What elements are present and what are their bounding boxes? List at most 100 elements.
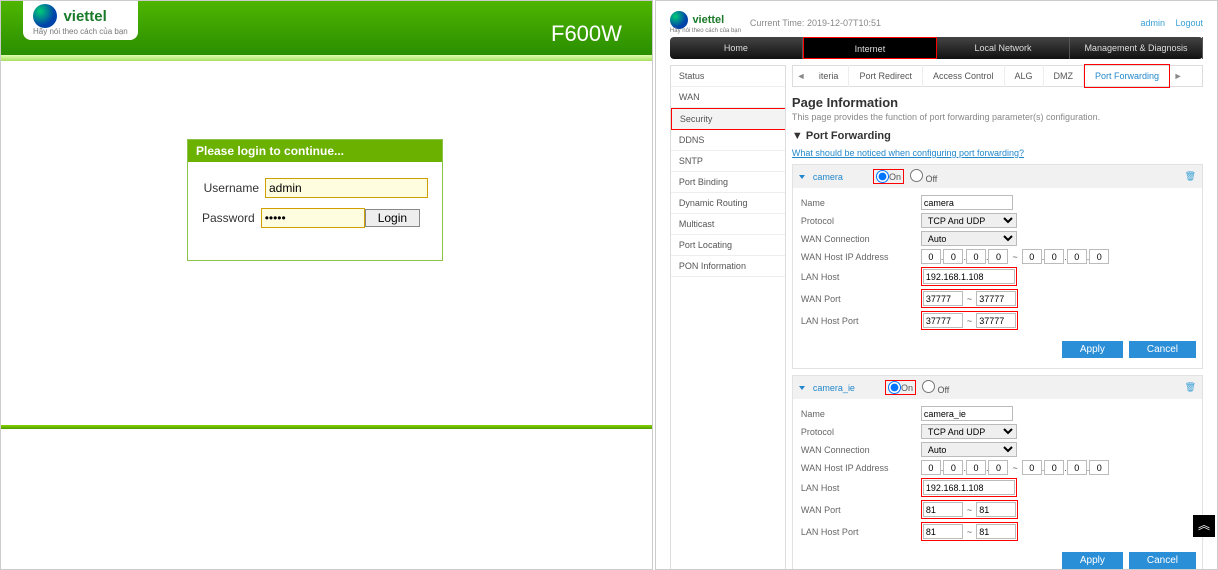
login-title: Please login to continue... — [188, 140, 442, 162]
login-button[interactable]: Login — [365, 209, 420, 227]
protocol-select[interactable]: TCP And UDP — [921, 213, 1017, 228]
password-label: Password — [202, 211, 255, 225]
lan-host-input[interactable] — [923, 480, 1015, 495]
cancel-button[interactable]: Cancel — [1129, 552, 1196, 569]
trash-icon[interactable]: 🗑 — [1185, 382, 1196, 393]
wan-ip-octet[interactable] — [1022, 460, 1042, 475]
wan-ip-octet[interactable] — [921, 249, 941, 264]
nav-management-diagnosis[interactable]: Management & Diagnosis — [1070, 37, 1203, 59]
sidebar-item-port-locating[interactable]: Port Locating — [671, 235, 785, 256]
trash-icon[interactable]: 🗑 — [1185, 171, 1196, 182]
tab-bar: ◄iteriaPort RedirectAccess ControlALGDMZ… — [792, 65, 1203, 87]
cancel-button[interactable]: Cancel — [1129, 341, 1196, 358]
lan-port-to[interactable] — [976, 524, 1016, 539]
password-input[interactable] — [261, 208, 365, 228]
tab-access-control[interactable]: Access Control — [923, 65, 1005, 87]
link-logout[interactable]: Logout — [1175, 18, 1203, 28]
wan-ip-octet[interactable] — [1044, 460, 1064, 475]
admin-screen: viettel Hãy nói theo cách của bạn Curren… — [655, 0, 1218, 570]
brand-logo: viettel Hãy nói theo cách của bạn — [670, 11, 741, 34]
help-link[interactable]: What should be noticed when configuring … — [792, 148, 1203, 158]
lan-host-input[interactable] — [923, 269, 1015, 284]
brand-name: viettel — [692, 14, 724, 26]
rule-name-label: camera — [813, 172, 843, 182]
tab-port-redirect[interactable]: Port Redirect — [849, 65, 923, 87]
lan-port-from[interactable] — [923, 313, 963, 328]
nav-local-network[interactable]: Local Network — [937, 37, 1070, 59]
caret-down-icon — [799, 175, 805, 179]
wan-ip-octet[interactable] — [943, 460, 963, 475]
rule-name-label: camera_ie — [813, 383, 855, 393]
name-input[interactable] — [921, 406, 1013, 421]
wan-connection-select[interactable]: Auto — [921, 231, 1017, 246]
tab-dmz[interactable]: DMZ — [1044, 65, 1085, 87]
wan-ip-octet[interactable] — [1067, 249, 1087, 264]
rule-camera: camera On Off🗑NameProtocolTCP And UDPWAN… — [792, 164, 1203, 369]
sidebar-item-multicast[interactable]: Multicast — [671, 214, 785, 235]
model-label: F600W — [551, 21, 622, 47]
wan-ip-octet[interactable] — [966, 249, 986, 264]
page-title: Page Information — [792, 95, 1203, 110]
footer-accent — [1, 425, 652, 429]
login-header: viettel Hãy nói theo cách của bạn F600W — [1, 1, 652, 55]
brand-name: viettel — [63, 8, 106, 25]
lan-port-to[interactable] — [976, 313, 1016, 328]
protocol-select[interactable]: TCP And UDP — [921, 424, 1017, 439]
rule-camera_ie: camera_ie On Off🗑NameProtocolTCP And UDP… — [792, 375, 1203, 570]
wan-ip-octet[interactable] — [943, 249, 963, 264]
link-admin[interactable]: admin — [1140, 18, 1165, 28]
sidebar-item-port-binding[interactable]: Port Binding — [671, 172, 785, 193]
sidebar-item-sntp[interactable]: SNTP — [671, 151, 785, 172]
brand-tagline: Hãy nói theo cách của bạn — [33, 27, 128, 36]
tab-scroll-right[interactable]: ► — [1170, 71, 1186, 81]
wan-ip-octet[interactable] — [1089, 249, 1109, 264]
page-desc: This page provides the function of port … — [792, 112, 1203, 122]
sidebar-item-security[interactable]: Security — [671, 108, 785, 130]
sidebar-item-pon-information[interactable]: PON Information — [671, 256, 785, 277]
tab-iteria[interactable]: iteria — [809, 65, 850, 87]
sidebar-item-ddns[interactable]: DDNS — [671, 130, 785, 151]
globe-icon — [670, 11, 688, 29]
wan-port-from[interactable] — [923, 502, 963, 517]
current-time: Current Time: 2019-12-07T10:51 — [750, 18, 881, 28]
wan-ip-octet[interactable] — [921, 460, 941, 475]
wan-ip-octet[interactable] — [988, 460, 1008, 475]
wan-ip-octet[interactable] — [1044, 249, 1064, 264]
tab-scroll-left[interactable]: ◄ — [793, 71, 809, 81]
apply-button[interactable]: Apply — [1062, 341, 1123, 358]
wan-ip-octet[interactable] — [966, 460, 986, 475]
wan-port-to[interactable] — [976, 291, 1016, 306]
wan-ip-octet[interactable] — [988, 249, 1008, 264]
tab-port-forwarding[interactable]: Port Forwarding — [1084, 64, 1170, 88]
tab-alg[interactable]: ALG — [1005, 65, 1044, 87]
rule-on-radio[interactable] — [876, 170, 889, 183]
sidebar-item-wan[interactable]: WAN — [671, 87, 785, 108]
nav-internet[interactable]: Internet — [803, 37, 937, 59]
wan-connection-select[interactable]: Auto — [921, 442, 1017, 457]
login-screen: viettel Hãy nói theo cách của bạn F600W … — [0, 0, 653, 570]
wan-ip-octet[interactable] — [1089, 460, 1109, 475]
wan-port-from[interactable] — [923, 291, 963, 306]
brand-tagline: Hãy nói theo cách của bạn — [670, 28, 741, 34]
wan-port-to[interactable] — [976, 502, 1016, 517]
brand-logo: viettel Hãy nói theo cách của bạn — [23, 1, 138, 40]
side-nav: StatusWANSecurityDDNSSNTPPort BindingDyn… — [670, 65, 786, 570]
apply-button[interactable]: Apply — [1062, 552, 1123, 569]
lan-port-from[interactable] — [923, 524, 963, 539]
username-label: Username — [202, 181, 259, 195]
rule-off-radio[interactable] — [922, 380, 935, 393]
username-input[interactable] — [265, 178, 428, 198]
header-accent — [1, 55, 652, 61]
rule-off-radio[interactable] — [910, 169, 923, 182]
wan-ip-octet[interactable] — [1067, 460, 1087, 475]
name-input[interactable] — [921, 195, 1013, 210]
sidebar-item-dynamic-routing[interactable]: Dynamic Routing — [671, 193, 785, 214]
nav-home[interactable]: Home — [670, 37, 803, 59]
wan-ip-octet[interactable] — [1022, 249, 1042, 264]
sidebar-item-status[interactable]: Status — [671, 66, 785, 87]
caret-down-icon — [799, 386, 805, 390]
rule-on-radio[interactable] — [888, 381, 901, 394]
section-title: ▼ Port Forwarding — [792, 130, 1203, 142]
globe-icon — [33, 4, 57, 28]
back-to-top[interactable]: ︽ — [1193, 515, 1215, 537]
